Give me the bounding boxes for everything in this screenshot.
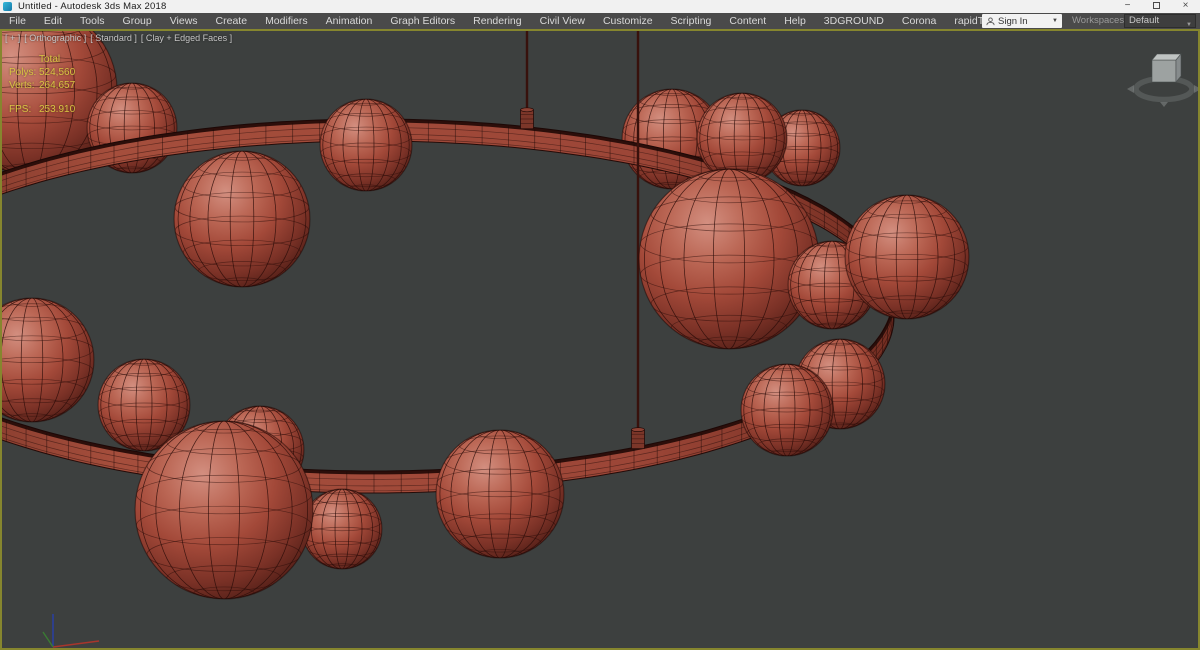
menu-item-edit[interactable]: Edit	[35, 13, 71, 29]
sphere-mesh[interactable]	[301, 488, 383, 570]
menu-item-tools[interactable]: Tools	[71, 13, 114, 29]
maximize-button[interactable]	[1142, 0, 1171, 13]
viewport-menu-standard[interactable]: [ Standard ]	[90, 33, 137, 43]
window-controls: − ×	[1113, 0, 1200, 13]
viewport-menu-pov[interactable]: [ Orthographic ]	[24, 33, 86, 43]
menu-item-customize[interactable]: Customize	[594, 13, 662, 29]
polys-label: Polys:	[9, 67, 37, 78]
sphere-mesh[interactable]	[173, 150, 311, 288]
menu-item-modifiers[interactable]: Modifiers	[256, 13, 317, 29]
minimize-button[interactable]: −	[1113, 0, 1142, 13]
sphere-mesh[interactable]	[134, 420, 314, 601]
rods-group	[520, 31, 645, 450]
menu-item-rendering[interactable]: Rendering	[464, 13, 530, 29]
sign-in-label: Sign In	[998, 15, 1028, 27]
fps-label: FPS:	[9, 104, 32, 115]
menu-item-animation[interactable]: Animation	[317, 13, 382, 29]
workspace-value: Default	[1129, 15, 1160, 26]
maximize-icon	[1153, 2, 1160, 9]
menu-item-file[interactable]: File	[0, 13, 35, 29]
viewport-canvas[interactable]	[2, 31, 1198, 648]
menu-item-corona[interactable]: Corona	[893, 13, 945, 29]
world-axis-gizmo	[42, 614, 100, 648]
rod-mesh[interactable]	[520, 31, 534, 130]
workspaces-label: Workspaces:	[1072, 15, 1127, 26]
statistics-overlay: Total Polys: 524,560 Verts: 264,657 FPS: 25…	[9, 53, 75, 116]
menu-item-scripting[interactable]: Scripting	[662, 13, 721, 29]
stats-header: Total	[39, 54, 61, 65]
sphere-mesh[interactable]	[435, 429, 565, 559]
menu-item-views[interactable]: Views	[161, 13, 207, 29]
workspace-select[interactable]: Default ▼	[1124, 14, 1196, 28]
sphere-mesh[interactable]	[844, 194, 970, 320]
menu-item-civil-view[interactable]: Civil View	[531, 13, 594, 29]
chevron-down-icon: ▼	[1052, 18, 1058, 24]
window-titlebar: Untitled - Autodesk 3ds Max 2018 − ×	[0, 0, 1200, 13]
close-button[interactable]: ×	[1171, 0, 1200, 13]
viewport-menu-general[interactable]: [ + ]	[5, 33, 20, 43]
sphere-mesh[interactable]	[638, 168, 820, 351]
viewport[interactable]: [ + ] [ Orthographic ] [ Standard ] [ Cl…	[0, 29, 1200, 650]
menu-item-3dground[interactable]: 3DGROUND	[815, 13, 893, 29]
3ds-max-app-icon	[3, 2, 12, 11]
verts-value: 264,657	[39, 80, 76, 91]
sign-in-button[interactable]: Sign In ▼	[982, 14, 1062, 28]
verts-label: Verts:	[9, 80, 35, 91]
menu-item-help[interactable]: Help	[775, 13, 815, 29]
viewcube[interactable]	[1127, 52, 1198, 107]
menu-item-content[interactable]: Content	[720, 13, 775, 29]
user-icon	[986, 16, 995, 25]
menu-items: File Edit Tools Group Views Create Modifiers An…	[0, 13, 1011, 29]
menu-bar: File Edit Tools Group Views Create Modifiers An…	[0, 13, 1200, 29]
viewport-menu-shading[interactable]: [ Clay + Edged Faces ]	[141, 33, 232, 43]
window-title: Untitled - Autodesk 3ds Max 2018	[18, 1, 167, 12]
menu-item-group[interactable]: Group	[114, 13, 161, 29]
menu-item-create[interactable]: Create	[207, 13, 257, 29]
polys-value: 524,560	[39, 67, 76, 78]
sphere-mesh[interactable]	[319, 98, 413, 192]
viewport-label: [ + ] [ Orthographic ] [ Standard ] [ Cl…	[5, 33, 232, 43]
sphere-mesh[interactable]	[740, 363, 834, 457]
sphere-mesh[interactable]	[2, 297, 95, 423]
fps-value: 253.910	[39, 104, 76, 115]
menu-item-graph-editors[interactable]: Graph Editors	[381, 13, 464, 29]
